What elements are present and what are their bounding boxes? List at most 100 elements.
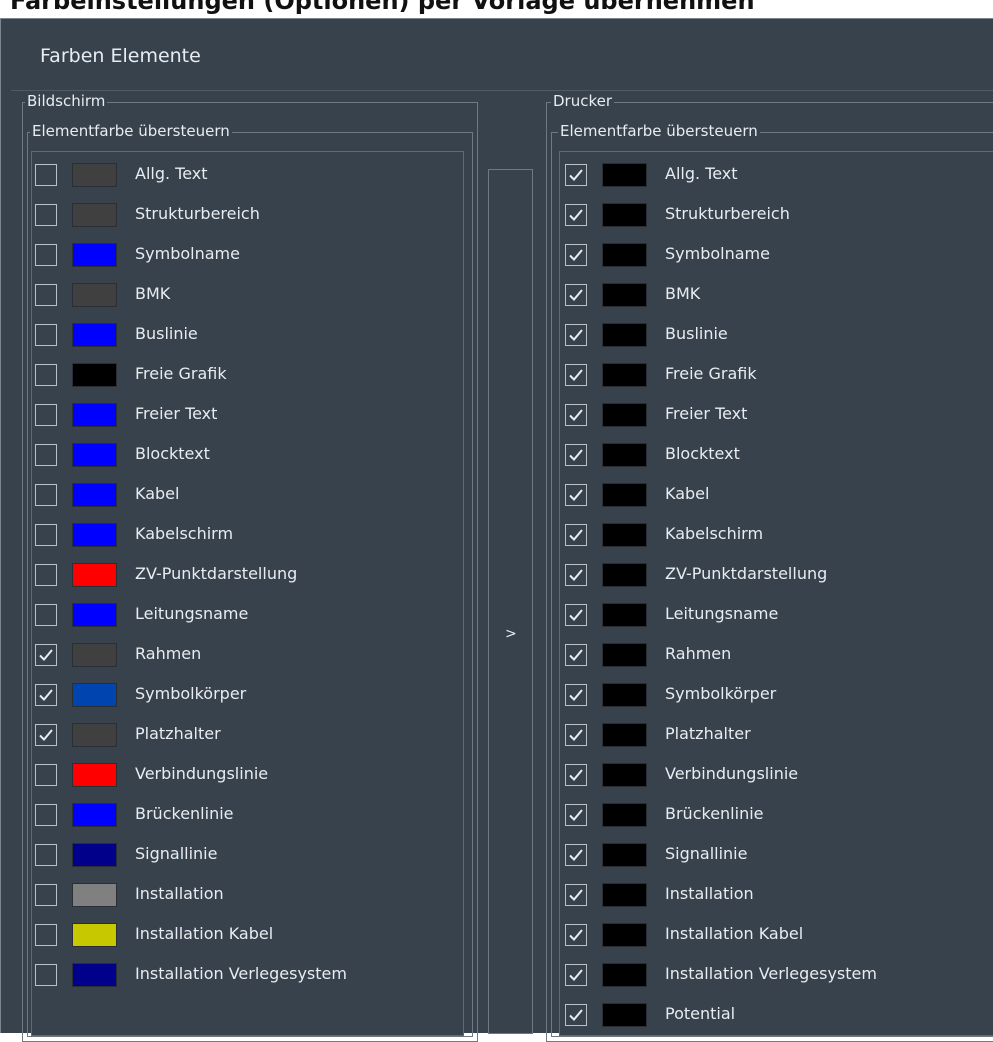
printer-color-swatch[interactable] bbox=[602, 323, 647, 347]
printer-override-checkbox[interactable] bbox=[565, 164, 587, 186]
screen-color-swatch[interactable] bbox=[72, 403, 117, 427]
printer-color-swatch[interactable] bbox=[602, 603, 647, 627]
printer-override-checkbox[interactable] bbox=[565, 204, 587, 226]
printer-color-swatch[interactable] bbox=[602, 403, 647, 427]
printer-color-swatch[interactable] bbox=[602, 803, 647, 827]
printer-color-swatch[interactable] bbox=[602, 443, 647, 467]
printer-list-item[interactable]: Freie Grafik bbox=[565, 358, 985, 390]
printer-color-swatch[interactable] bbox=[602, 963, 647, 987]
printer-color-swatch[interactable] bbox=[602, 523, 647, 547]
screen-list-item[interactable]: Symbolname bbox=[35, 238, 455, 270]
screen-color-swatch[interactable] bbox=[72, 443, 117, 467]
screen-list-item[interactable]: Brückenlinie bbox=[35, 798, 455, 830]
screen-list-item[interactable]: Rahmen bbox=[35, 638, 455, 670]
printer-list-item[interactable]: Kabelschirm bbox=[565, 518, 985, 550]
printer-list-item[interactable]: Potential bbox=[565, 998, 985, 1030]
printer-list-item[interactable]: Rahmen bbox=[565, 638, 985, 670]
screen-override-checkbox[interactable] bbox=[35, 444, 57, 466]
screen-color-swatch[interactable] bbox=[72, 203, 117, 227]
screen-override-checkbox[interactable] bbox=[35, 764, 57, 786]
screen-list-item[interactable]: Buslinie bbox=[35, 318, 455, 350]
printer-color-swatch[interactable] bbox=[602, 563, 647, 587]
screen-override-checkbox[interactable] bbox=[35, 924, 57, 946]
screen-color-swatch[interactable] bbox=[72, 763, 117, 787]
printer-override-checkbox[interactable] bbox=[565, 364, 587, 386]
screen-color-swatch[interactable] bbox=[72, 643, 117, 667]
screen-override-checkbox[interactable] bbox=[35, 684, 57, 706]
screen-list-item[interactable]: Blocktext bbox=[35, 438, 455, 470]
screen-list-item[interactable]: Installation Verlegesystem bbox=[35, 958, 455, 990]
printer-override-checkbox[interactable] bbox=[565, 404, 587, 426]
screen-override-checkbox[interactable] bbox=[35, 804, 57, 826]
printer-list-item[interactable]: Installation Kabel bbox=[565, 918, 985, 950]
printer-list-item[interactable]: Buslinie bbox=[565, 318, 985, 350]
printer-list-item[interactable]: Blocktext bbox=[565, 438, 985, 470]
screen-override-checkbox[interactable] bbox=[35, 724, 57, 746]
printer-color-swatch[interactable] bbox=[602, 843, 647, 867]
printer-override-checkbox[interactable] bbox=[565, 644, 587, 666]
screen-list-item[interactable]: Kabel bbox=[35, 478, 455, 510]
screen-list-item[interactable]: ZV-Punktdarstellung bbox=[35, 558, 455, 590]
screen-override-checkbox[interactable] bbox=[35, 644, 57, 666]
screen-list-item[interactable]: Kabelschirm bbox=[35, 518, 455, 550]
printer-override-checkbox[interactable] bbox=[565, 804, 587, 826]
screen-list-item[interactable]: Symbolkörper bbox=[35, 678, 455, 710]
printer-override-checkbox[interactable] bbox=[565, 884, 587, 906]
screen-override-checkbox[interactable] bbox=[35, 284, 57, 306]
screen-list-item[interactable]: Leitungsname bbox=[35, 598, 455, 630]
screen-color-swatch[interactable] bbox=[72, 563, 117, 587]
printer-override-checkbox[interactable] bbox=[565, 444, 587, 466]
screen-list-item[interactable]: Freier Text bbox=[35, 398, 455, 430]
screen-color-swatch[interactable] bbox=[72, 363, 117, 387]
screen-override-checkbox[interactable] bbox=[35, 364, 57, 386]
screen-override-checkbox[interactable] bbox=[35, 844, 57, 866]
printer-override-checkbox[interactable] bbox=[565, 564, 587, 586]
printer-override-checkbox[interactable] bbox=[565, 844, 587, 866]
printer-list-item[interactable]: Verbindungslinie bbox=[565, 758, 985, 790]
screen-color-swatch[interactable] bbox=[72, 163, 117, 187]
printer-list-item[interactable]: Platzhalter bbox=[565, 718, 985, 750]
printer-color-swatch[interactable] bbox=[602, 923, 647, 947]
printer-color-swatch[interactable] bbox=[602, 1003, 647, 1027]
printer-override-checkbox[interactable] bbox=[565, 484, 587, 506]
screen-override-checkbox[interactable] bbox=[35, 244, 57, 266]
printer-list-item[interactable]: BMK bbox=[565, 278, 985, 310]
printer-override-checkbox[interactable] bbox=[565, 524, 587, 546]
printer-override-checkbox[interactable] bbox=[565, 1004, 587, 1026]
screen-override-checkbox[interactable] bbox=[35, 564, 57, 586]
printer-list-item[interactable]: Leitungsname bbox=[565, 598, 985, 630]
printer-color-swatch[interactable] bbox=[602, 643, 647, 667]
printer-list-item[interactable]: Allg. Text bbox=[565, 158, 985, 190]
printer-color-swatch[interactable] bbox=[602, 883, 647, 907]
screen-color-swatch[interactable] bbox=[72, 243, 117, 267]
printer-override-checkbox[interactable] bbox=[565, 964, 587, 986]
printer-override-checkbox[interactable] bbox=[565, 924, 587, 946]
screen-element-list[interactable]: Allg. Text Strukturbereich Symbolname BMK Bu… bbox=[31, 151, 464, 1036]
screen-list-item[interactable]: Installation bbox=[35, 878, 455, 910]
printer-list-item[interactable]: Kabel bbox=[565, 478, 985, 510]
printer-color-swatch[interactable] bbox=[602, 683, 647, 707]
printer-color-swatch[interactable] bbox=[602, 723, 647, 747]
screen-color-swatch[interactable] bbox=[72, 483, 117, 507]
screen-color-swatch[interactable] bbox=[72, 523, 117, 547]
printer-color-swatch[interactable] bbox=[602, 763, 647, 787]
screen-color-swatch[interactable] bbox=[72, 323, 117, 347]
screen-color-swatch[interactable] bbox=[72, 803, 117, 827]
screen-color-swatch[interactable] bbox=[72, 843, 117, 867]
screen-color-swatch[interactable] bbox=[72, 963, 117, 987]
screen-list-item[interactable]: Verbindungslinie bbox=[35, 758, 455, 790]
printer-element-list[interactable]: Allg. Text Strukturbereich Symbolname BMK Bu… bbox=[559, 151, 993, 1036]
printer-override-checkbox[interactable] bbox=[565, 604, 587, 626]
screen-color-swatch[interactable] bbox=[72, 683, 117, 707]
screen-color-swatch[interactable] bbox=[72, 923, 117, 947]
screen-list-item[interactable]: Signallinie bbox=[35, 838, 455, 870]
printer-color-swatch[interactable] bbox=[602, 483, 647, 507]
printer-color-swatch[interactable] bbox=[602, 283, 647, 307]
copy-to-printer-button[interactable]: > bbox=[488, 169, 533, 1034]
printer-list-item[interactable]: Brückenlinie bbox=[565, 798, 985, 830]
screen-color-swatch[interactable] bbox=[72, 723, 117, 747]
screen-list-item[interactable]: Platzhalter bbox=[35, 718, 455, 750]
screen-list-item[interactable]: Allg. Text bbox=[35, 158, 455, 190]
printer-override-checkbox[interactable] bbox=[565, 324, 587, 346]
printer-override-checkbox[interactable] bbox=[565, 724, 587, 746]
